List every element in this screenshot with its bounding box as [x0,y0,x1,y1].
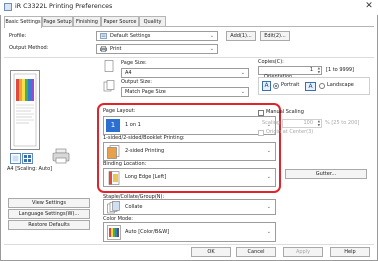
output-method-value: Print [110,46,122,52]
chevron-down-icon: ⌄ [240,89,245,95]
preview-page-graphic [13,73,37,147]
profile-add-button[interactable]: Add(1)... [226,31,256,41]
origin-at-center-label: Origin at Center(3) [266,129,314,135]
footer-divider [4,244,374,245]
language-settings-button[interactable]: Language Settings(W)... [8,209,90,219]
printer-icon [100,46,107,52]
page-layout-value: 1 on 1 [125,122,141,128]
profile-select[interactable]: Default Settings ⌄ [96,31,218,41]
printing-mode-value: 2-sided Printing [125,148,165,154]
two-sided-icon [107,145,120,159]
scaling-value: 100 [303,120,313,126]
help-button[interactable]: Help [330,247,370,257]
apply-button[interactable]: Apply [283,247,323,257]
page-layout-label: Page Layout: [103,108,136,114]
output-method-label: Output Method: [9,45,49,51]
tab-basic-settings[interactable]: Basic Settings [4,16,42,28]
preview-caption: A4 [Scaling: Auto] [7,166,53,172]
layout-view-icons[interactable] [10,153,46,165]
profile-label: Profile: [9,33,27,39]
staple-collate-select[interactable]: Collate ⌄ [103,199,276,215]
output-size-label: Output Size: [121,79,152,85]
scaling-range: % [25 to 200] [325,120,360,126]
section-divider [4,57,374,58]
portrait-label: Portrait [281,82,300,88]
portrait-icon: A [262,81,271,91]
binding-left-icon [108,171,120,185]
close-icon[interactable]: ✕ [362,0,376,13]
chevron-down-icon: ⌄ [266,174,271,180]
spinner-arrows-icon[interactable]: ▲ ▼ [318,119,320,127]
page-layout-icon: 1 [106,119,120,132]
binding-location-value: Long Edge [Left] [125,174,167,180]
view-settings-button[interactable]: View Settings [8,198,90,208]
printing-mode-label: 1-sided/2-sided/Booklet Printing: [103,135,185,141]
page-size-value: A4 [125,70,132,76]
chevron-down-icon: ⌄ [209,33,214,39]
page-size-label: Page Size: [121,60,147,66]
profile-icon [100,33,107,39]
profile-value: Default Settings [110,33,151,39]
scaling-spinner[interactable]: 100 ▲ ▼ [282,119,322,128]
printer-icon [52,148,70,164]
chevron-down-icon: ⌄ [266,229,271,235]
color-mode-value: Auto [Color/B&W] [125,229,170,235]
color-mode-select[interactable]: Auto [Color/B&W] ⌄ [103,222,276,242]
profile-edit-button[interactable]: Edit(2)... [260,31,290,41]
binding-location-label: Binding Location: [103,161,147,167]
gutter-button[interactable]: Gutter... [285,169,367,179]
page-size-icon [104,60,114,72]
chevron-down-icon: ⌄ [240,70,245,76]
manual-scaling-label: Manual Scaling [266,109,304,115]
landscape-radio[interactable] [319,83,325,89]
page-preview [10,70,40,150]
page-size-select[interactable]: A4 ⌄ [121,68,249,78]
color-mode-icon [107,225,121,240]
tab-divider [4,26,374,27]
spinner-arrows-icon[interactable]: ▲ ▼ [318,66,320,74]
output-size-select[interactable]: Match Page Size ⌄ [121,87,249,97]
chevron-down-icon: ⌄ [266,204,271,210]
origin-at-center-checkbox[interactable] [258,130,264,136]
printing-mode-select[interactable]: 2-sided Printing ⌄ [103,142,276,161]
landscape-label: Landscape [327,82,354,88]
copies-label: Copies(C): [258,59,284,65]
page-layout-select[interactable]: 1 1 on 1 ⌄ [103,116,276,135]
output-size-value: Match Page Size [125,89,166,95]
ok-button[interactable]: OK [191,247,231,257]
output-size-icon [103,80,115,92]
cancel-button[interactable]: Cancel [236,247,276,257]
restore-defaults-button[interactable]: Restore Defaults [8,220,90,230]
output-method-select[interactable]: Print ⌄ [96,44,218,54]
chevron-down-icon: ⌄ [209,46,214,52]
landscape-icon: A [305,82,316,91]
manual-scaling-checkbox[interactable] [258,110,264,116]
collate-icon [107,201,120,214]
window-title: iR C3322L Printing Preferences [15,3,113,10]
copies-range: [1 to 9999] [326,67,355,73]
title-bar: iR C3322L Printing Preferences ✕ [0,0,378,15]
chevron-down-icon: ⌄ [266,148,271,154]
staple-collate-value: Collate [125,204,143,210]
copies-value: 1 [309,67,313,73]
binding-location-select[interactable]: Long Edge [Left] ⌄ [103,168,276,187]
portrait-radio[interactable] [273,83,279,89]
scaling-label: Scaling: [262,120,282,126]
printer-app-icon [4,3,12,11]
